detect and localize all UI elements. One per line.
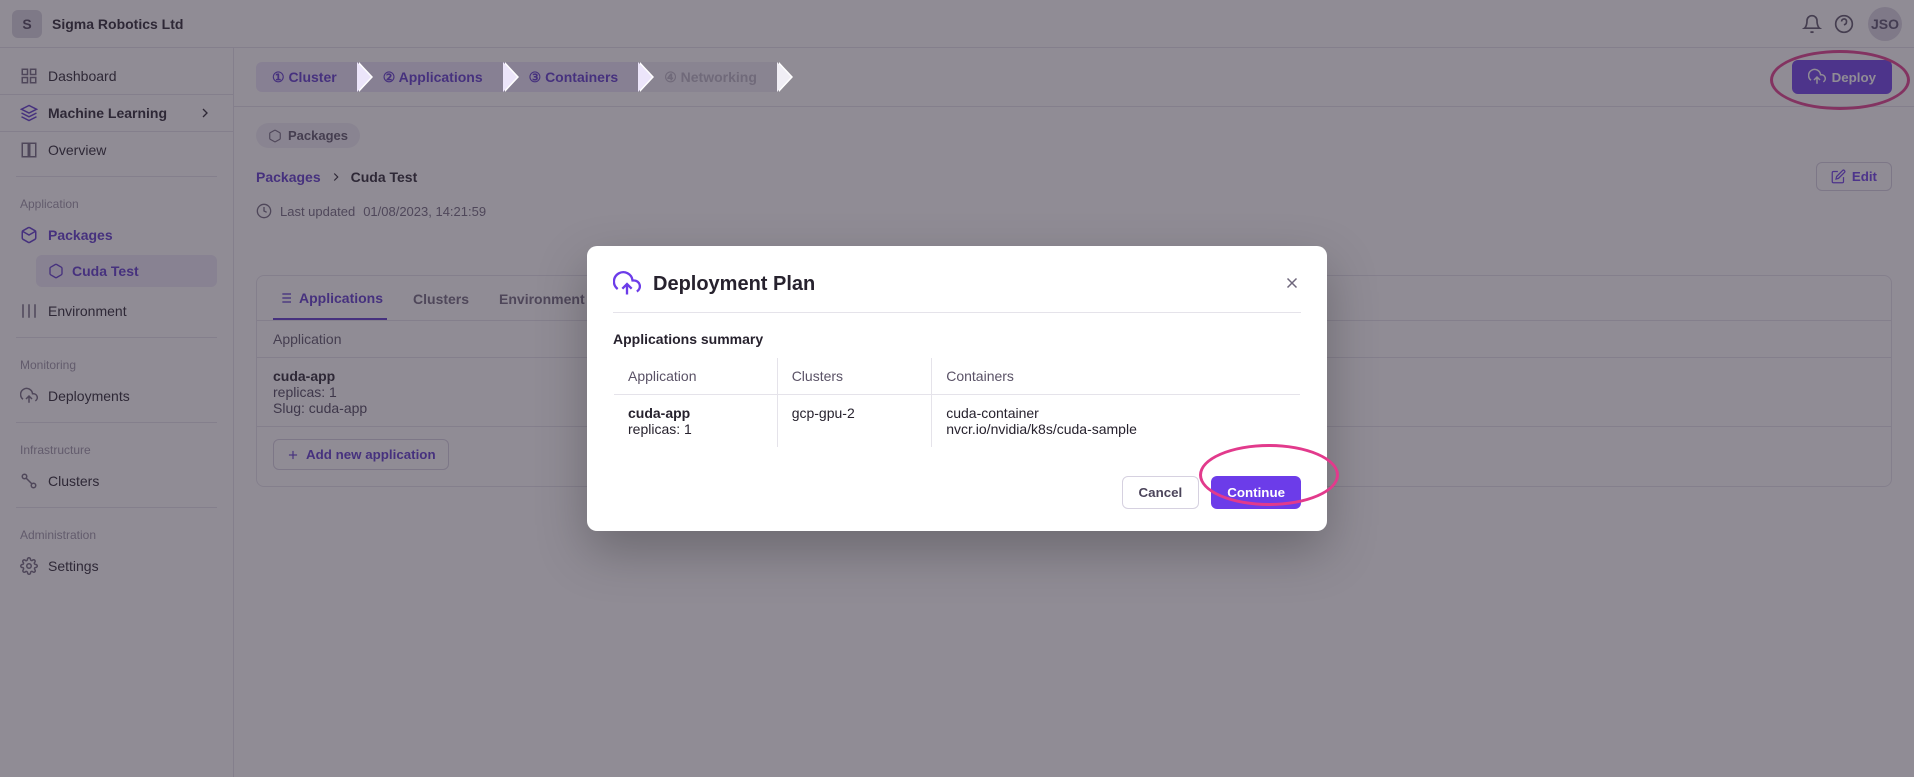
col-application: Application xyxy=(614,358,778,395)
summary-row: cuda-app replicas: 1 gcp-gpu-2 cuda-cont… xyxy=(614,395,1301,448)
modal-section-title: Applications summary xyxy=(613,331,1301,347)
cell-container-name: cuda-container xyxy=(946,405,1286,421)
cell-app-meta: replicas: 1 xyxy=(628,421,763,437)
cell-container-image: nvcr.io/nvidia/k8s/cuda-sample xyxy=(946,421,1286,437)
cell-cluster: gcp-gpu-2 xyxy=(777,395,932,448)
continue-button[interactable]: Continue xyxy=(1211,476,1301,509)
close-icon[interactable] xyxy=(1283,274,1301,295)
modal-overlay[interactable]: Deployment Plan Applications summary App… xyxy=(0,0,1914,777)
cloud-upload-icon xyxy=(613,270,641,298)
cell-app-name: cuda-app xyxy=(628,405,763,421)
col-clusters: Clusters xyxy=(777,358,932,395)
col-containers: Containers xyxy=(932,358,1301,395)
cancel-button[interactable]: Cancel xyxy=(1122,476,1200,509)
deployment-plan-modal: Deployment Plan Applications summary App… xyxy=(587,246,1327,531)
summary-table: Application Clusters Containers cuda-app… xyxy=(613,357,1301,448)
modal-title: Deployment Plan xyxy=(653,273,815,296)
